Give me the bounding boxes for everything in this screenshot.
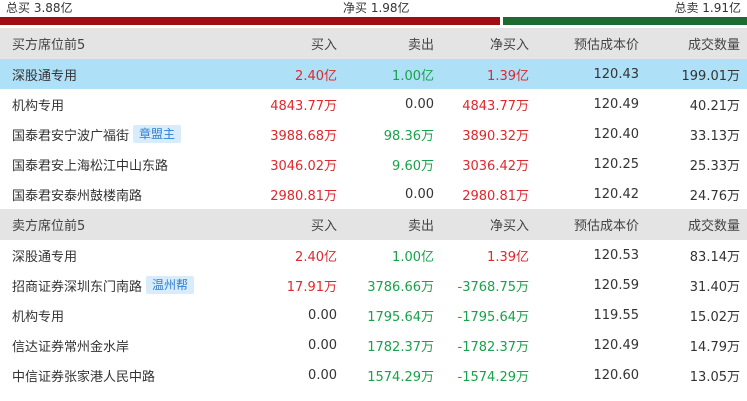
- cost-price: 120.49: [593, 96, 640, 112]
- header-buy: 买入: [310, 38, 337, 53]
- buy-amount: 17.91万: [286, 279, 337, 295]
- volume: 40.21万: [689, 98, 740, 114]
- cost-price: 120.42: [593, 186, 640, 202]
- buy-seats-header: 买方席位前5 买入 卖出 净买入 预估成本价 成交数量: [0, 28, 747, 59]
- sell-amount: 98.36万: [383, 128, 434, 144]
- seat-name: 国泰君安泰州鼓楼南路: [12, 188, 143, 204]
- seat-name: 机构专用: [12, 309, 65, 325]
- header-net: 净买入: [489, 38, 529, 53]
- cost-price: 120.40: [593, 126, 640, 142]
- sell-seats-header: 卖方席位前5 买入 卖出 净买入 预估成本价 成交数量: [0, 209, 747, 240]
- net-amount: 2980.81万: [462, 188, 529, 204]
- cost-price: 120.25: [593, 156, 640, 172]
- cost-price: 120.59: [593, 277, 640, 293]
- sell-amount: 0.00: [405, 96, 434, 112]
- total-sell-label: 总卖 1.91亿: [674, 1, 741, 15]
- seat-name: 国泰君安上海松江中山东路: [12, 158, 169, 174]
- table-row[interactable]: 深股通专用 2.40亿 1.00亿 1.39亿 120.43 199.01万: [0, 59, 747, 89]
- net-amount: -1795.64万: [457, 309, 529, 325]
- buy-amount: 2980.81万: [270, 188, 337, 204]
- sell-amount: 9.60万: [392, 158, 434, 174]
- header-sell: 卖出: [407, 219, 434, 234]
- table-row[interactable]: 国泰君安泰州鼓楼南路 2980.81万 0.00 2980.81万 120.42…: [0, 179, 747, 209]
- buy-amount: 3988.68万: [270, 128, 337, 144]
- sell-amount: 0.00: [405, 186, 434, 202]
- net-amount: 3890.32万: [462, 128, 529, 144]
- header-volume: 成交数量: [687, 38, 740, 53]
- header-buy: 买入: [310, 219, 337, 234]
- seat-name: 中信证券张家港人民中路: [12, 369, 156, 385]
- cost-price: 120.49: [593, 337, 640, 353]
- seat-name: 深股通专用: [12, 68, 78, 84]
- seat-name: 机构专用: [12, 98, 65, 114]
- sell-amount: 1.00亿: [392, 68, 434, 84]
- table-row[interactable]: 深股通专用 2.40亿 1.00亿 1.39亿 120.53 83.14万: [0, 240, 747, 270]
- net-amount: -1574.29万: [457, 369, 529, 385]
- volume: 14.79万: [689, 339, 740, 355]
- volume: 199.01万: [681, 68, 741, 84]
- buy-amount: 0.00: [308, 307, 337, 323]
- trader-tag[interactable]: 章盟主: [133, 125, 182, 143]
- header-sell: 卖出: [407, 38, 434, 53]
- buy-amount: 3046.02万: [270, 158, 337, 174]
- buy-sell-ratio-bar: [0, 17, 747, 25]
- total-buy-label: 总买 3.88亿: [6, 1, 73, 15]
- cost-price: 120.43: [593, 66, 640, 82]
- table-row[interactable]: 国泰君安上海松江中山东路 3046.02万 9.60万 3036.42万 120…: [0, 149, 747, 179]
- net-amount: 3036.42万: [462, 158, 529, 174]
- header-seat: 卖方席位前5: [12, 219, 86, 234]
- net-amount: 4843.77万: [462, 98, 529, 114]
- buy-amount: 4843.77万: [270, 98, 337, 114]
- net-buy-label: 净买 1.98亿: [343, 1, 410, 15]
- buy-amount: 0.00: [308, 337, 337, 353]
- buy-amount: 2.40亿: [295, 68, 337, 84]
- header-cost: 预估成本价: [573, 219, 639, 234]
- buy-amount: 0.00: [308, 367, 337, 383]
- header-net: 净买入: [489, 219, 529, 234]
- header-cost: 预估成本价: [573, 38, 639, 53]
- sell-amount: 1795.64万: [367, 309, 434, 325]
- net-amount: -1782.37万: [457, 339, 529, 355]
- header-volume: 成交数量: [687, 219, 740, 234]
- table-row[interactable]: 机构专用 0.00 1795.64万 -1795.64万 119.55 15.0…: [0, 300, 747, 330]
- seat-name: 信达证券常州金水岸: [12, 339, 130, 355]
- volume: 31.40万: [689, 279, 740, 295]
- trader-tag[interactable]: 温州帮: [146, 276, 195, 294]
- sell-amount: 3786.66万: [367, 279, 434, 295]
- volume: 25.33万: [689, 158, 740, 174]
- header-seat: 买方席位前5: [12, 38, 86, 53]
- sell-amount: 1782.37万: [367, 339, 434, 355]
- table-row[interactable]: 信达证券常州金水岸 0.00 1782.37万 -1782.37万 120.49…: [0, 330, 747, 360]
- volume: 24.76万: [689, 188, 740, 204]
- volume: 13.05万: [689, 369, 740, 385]
- cost-price: 120.60: [593, 367, 640, 383]
- table-row[interactable]: 中信证券张家港人民中路 0.00 1574.29万 -1574.29万 120.…: [0, 360, 747, 390]
- net-amount: -3768.75万: [457, 279, 529, 295]
- sell-bar-segment: [503, 17, 747, 25]
- net-amount: 1.39亿: [487, 249, 529, 265]
- table-row[interactable]: 机构专用 4843.77万 0.00 4843.77万 120.49 40.21…: [0, 89, 747, 119]
- table-row[interactable]: 招商证券深圳东门南路 温州帮 17.91万 3786.66万 -3768.75万 …: [0, 270, 747, 300]
- sell-amount: 1574.29万: [367, 369, 434, 385]
- cost-price: 119.55: [593, 307, 640, 323]
- seat-name: 深股通专用: [12, 249, 78, 265]
- volume: 15.02万: [689, 309, 740, 325]
- volume: 83.14万: [689, 249, 740, 265]
- summary-bar: 总买 3.88亿 净买 1.98亿 总卖 1.91亿: [0, 0, 747, 28]
- seat-name: 招商证券深圳东门南路 温州帮: [0, 276, 235, 295]
- sell-amount: 1.00亿: [392, 249, 434, 265]
- table-row[interactable]: 国泰君安宁波广福街 章盟主 3988.68万 98.36万 3890.32万 12…: [0, 119, 747, 149]
- buy-bar-segment: [0, 17, 501, 25]
- volume: 33.13万: [689, 128, 740, 144]
- net-amount: 1.39亿: [487, 68, 529, 84]
- cost-price: 120.53: [593, 247, 640, 263]
- buy-amount: 2.40亿: [295, 249, 337, 265]
- seat-name: 国泰君安宁波广福街 章盟主: [0, 125, 235, 144]
